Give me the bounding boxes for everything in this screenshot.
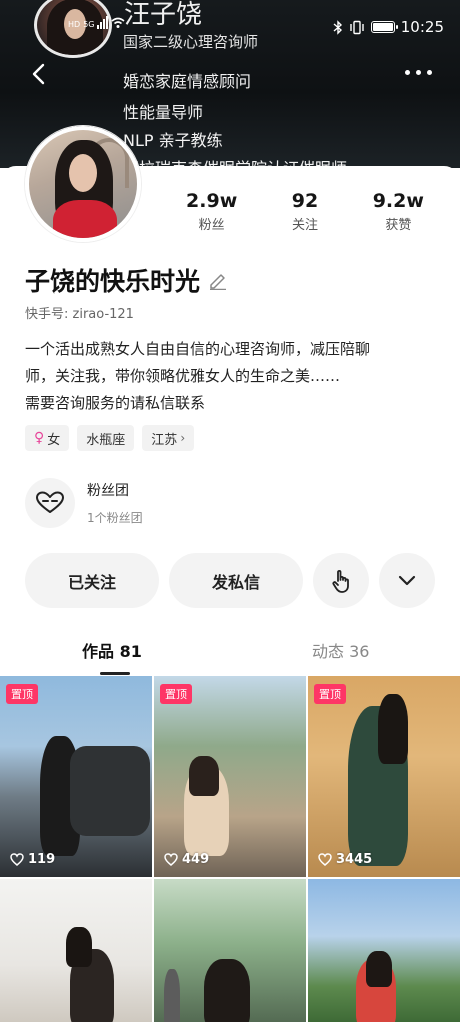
- stat-followers[interactable]: 2.9w 粉丝: [165, 190, 258, 233]
- stat-value: 9.2w: [372, 190, 424, 212]
- back-icon[interactable]: [28, 62, 52, 86]
- message-button[interactable]: 发私信: [169, 553, 303, 608]
- pinned-badge: 置顶: [160, 684, 192, 704]
- stat-likes[interactable]: 9.2w 获赞: [352, 190, 445, 233]
- clock: 10:25: [400, 18, 444, 36]
- bio-line: 一个活出成熟女人自由自信的心理咨询师，减压陪聊: [25, 340, 371, 358]
- following-button[interactable]: 已关注: [25, 553, 159, 608]
- content-tabs: 作品 81 动态 36: [0, 638, 460, 678]
- fan-club-heart-icon: [25, 478, 75, 528]
- bio-line: 师，关注我，带你领略优雅女人的生命之美……: [25, 367, 341, 385]
- action-buttons: 已关注 发私信: [25, 553, 435, 608]
- more-options-icon[interactable]: [405, 70, 432, 75]
- tab-moments[interactable]: 动态 36: [312, 638, 369, 662]
- bluetooth-icon: [333, 19, 342, 35]
- tab-works[interactable]: 作品 81: [82, 638, 142, 662]
- banner-line: 性能量导师: [123, 103, 204, 122]
- vibrate-icon: [350, 20, 364, 34]
- stat-value: 92: [291, 190, 319, 212]
- like-count-value: 3445: [336, 852, 373, 867]
- hand-tap-icon: [332, 569, 349, 593]
- active-tab-indicator: [100, 672, 130, 675]
- banner-avatar: [34, 0, 112, 58]
- chevron-right-icon: ›: [180, 431, 186, 445]
- tag-gender: ♀ 女: [25, 425, 70, 451]
- like-count: 449: [164, 852, 209, 867]
- tag-location-label: 江苏: [151, 432, 178, 448]
- banner-line: 国家二级心理咨询师: [123, 33, 259, 51]
- pinned-badge: 置顶: [6, 684, 38, 704]
- status-bar-right: 10:25: [333, 18, 444, 36]
- fan-club[interactable]: 粉丝团 1个粉丝团: [25, 478, 143, 528]
- tag-gender-label: 女: [47, 432, 61, 448]
- signal-icon: [97, 16, 109, 29]
- poke-button[interactable]: [313, 553, 369, 608]
- hd-indicator: HD: [68, 20, 81, 29]
- status-bar-left: HD 5G: [68, 16, 125, 29]
- profile-stats: 2.9w 粉丝 92 关注 9.2w 获赞: [165, 190, 445, 233]
- like-count-value: 449: [182, 852, 210, 867]
- stat-value: 2.9w: [186, 190, 238, 212]
- banner-name: 汪子饶: [124, 0, 203, 30]
- wifi-icon: [111, 17, 125, 28]
- fan-club-title: 粉丝团: [87, 483, 129, 499]
- kuaishou-id[interactable]: 快手号: zirao-121: [25, 303, 134, 322]
- profile-tags: ♀ 女 水瓶座 江苏 ›: [25, 425, 195, 451]
- avatar[interactable]: [25, 126, 141, 242]
- stat-label: 关注: [291, 218, 318, 233]
- heart-icon: [164, 853, 178, 866]
- battery-icon: [370, 21, 398, 33]
- nickname-text: 子饶的快乐时光: [25, 267, 201, 296]
- video-thumbnail[interactable]: 置顶 3445: [308, 676, 460, 877]
- stat-following[interactable]: 92 关注: [258, 190, 351, 233]
- heart-icon: [10, 853, 24, 866]
- banner-line: NLP 亲子教练: [123, 131, 223, 150]
- profile-bio: 一个活出成熟女人自由自信的心理咨询师，减压陪聊 师，关注我，带你领略优雅女人的生…: [25, 336, 445, 417]
- network-type: 5G: [83, 20, 95, 29]
- video-thumbnail[interactable]: 置顶 119: [0, 676, 152, 877]
- profile-nickname: 子饶的快乐时光: [25, 262, 228, 298]
- like-count: 3445: [318, 852, 372, 867]
- like-count-value: 119: [28, 852, 56, 867]
- fan-club-count: 1个粉丝团: [87, 511, 143, 525]
- chevron-down-icon: [398, 575, 416, 585]
- banner-line: 婚恋家庭情感顾问: [123, 72, 252, 91]
- bio-line: 需要咨询服务的请私信联系: [25, 394, 206, 412]
- stat-label: 获赞: [385, 218, 412, 233]
- female-icon: ♀: [34, 430, 45, 446]
- expand-button[interactable]: [379, 553, 435, 608]
- tag-zodiac: 水瓶座: [77, 425, 135, 451]
- video-thumbnail[interactable]: [308, 879, 460, 1022]
- edit-icon[interactable]: [208, 270, 228, 290]
- video-thumbnail[interactable]: 置顶 449: [154, 676, 306, 877]
- pinned-badge: 置顶: [314, 684, 346, 704]
- like-count: 119: [10, 852, 55, 867]
- video-thumbnail[interactable]: [154, 879, 306, 1022]
- tag-zodiac-label: 水瓶座: [86, 432, 126, 448]
- heart-icon: [318, 853, 332, 866]
- video-grid: 置顶 119 置顶 449 置顶 3445: [0, 676, 460, 1022]
- tag-location[interactable]: 江苏 ›: [142, 425, 195, 451]
- video-thumbnail[interactable]: [0, 879, 152, 1022]
- stat-label: 粉丝: [198, 218, 225, 233]
